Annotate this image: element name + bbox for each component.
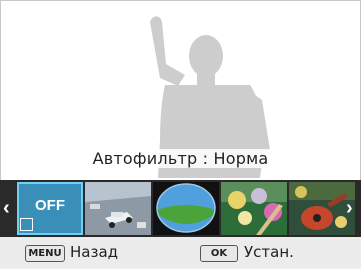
ok-key[interactable]: OK <box>200 245 238 262</box>
miniature-car-thumbnail <box>85 182 151 235</box>
filter-name-label: Автофильтр : Норма <box>0 149 361 168</box>
scroll-right-arrow-icon[interactable]: › <box>346 197 353 220</box>
filter-thumb-off[interactable]: OFF <box>17 182 83 235</box>
set-label: Устан. <box>244 243 294 261</box>
back-label: Назад <box>70 243 119 261</box>
filter-off-label: OFF <box>35 197 65 214</box>
fisheye-field-thumbnail <box>153 182 219 235</box>
filter-thumb-miniature[interactable] <box>85 182 151 235</box>
filter-thumb-painting-flowers[interactable] <box>221 182 287 235</box>
checkbox-icon <box>20 218 33 231</box>
flowers-painting-thumbnail <box>221 182 287 235</box>
camera-screen: Автофильтр : Норма ‹ OFF › MENU Назад OK… <box>0 0 361 269</box>
scroll-left-arrow-icon[interactable]: ‹ <box>3 197 10 220</box>
menu-key[interactable]: MENU <box>25 245 65 262</box>
filter-thumb-fisheye[interactable] <box>153 182 219 235</box>
